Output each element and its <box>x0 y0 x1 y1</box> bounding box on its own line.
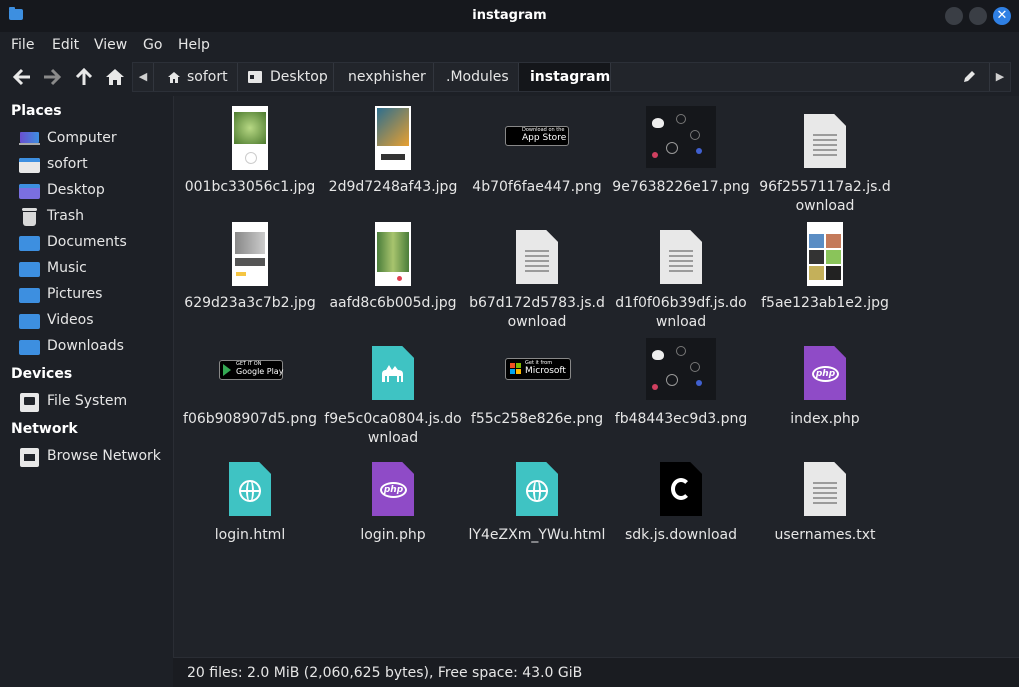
image-thumbnail-icon <box>753 220 897 288</box>
sidebar-item-downloads[interactable]: Downloads <box>19 336 169 358</box>
scroll-left-arrow-icon[interactable]: ◀ <box>133 63 154 91</box>
php-file-icon: php <box>753 336 897 404</box>
trash-icon <box>19 208 40 226</box>
scroll-right-arrow-icon[interactable]: ▶ <box>989 63 1010 91</box>
php-file-icon: php <box>321 452 465 520</box>
pictures-folder-icon <box>19 286 40 303</box>
crumb-modules[interactable]: .Modules <box>434 63 519 91</box>
google-play-badge-icon: GET IT ON Google Play <box>178 336 322 404</box>
javascript-file-icon <box>321 336 465 404</box>
edit-path-pencil-icon[interactable] <box>962 70 976 84</box>
sidebar-header-network: Network <box>11 421 78 437</box>
documents-folder-icon <box>19 234 40 251</box>
back-arrow-icon[interactable] <box>11 66 33 88</box>
text-document-icon <box>753 104 897 172</box>
file-view: 001bc33056c1.jpg 2d9d7248af43.jpg Downlo… <box>173 96 1019 657</box>
menu-file[interactable]: File <box>11 37 34 53</box>
videos-folder-icon <box>19 312 40 329</box>
globe-icon <box>239 480 261 502</box>
drive-icon <box>19 393 40 412</box>
c-source-file-icon <box>609 452 753 520</box>
globe-icon <box>526 480 548 502</box>
minimize-button[interactable] <box>945 7 963 25</box>
home-icon <box>168 72 180 83</box>
sidebar-item-sofort[interactable]: sofort <box>19 154 169 176</box>
up-arrow-icon[interactable] <box>73 66 95 88</box>
sidebar-item-computer[interactable]: Computer <box>19 128 169 150</box>
crumb-nexphisher[interactable]: nexphisher <box>334 63 434 91</box>
home-folder-icon <box>19 156 40 173</box>
sidebar-item-pictures[interactable]: Pictures <box>19 284 169 306</box>
image-thumbnail-icon <box>178 104 322 172</box>
camel-icon <box>382 365 403 382</box>
sprite-image-thumbnail-icon <box>609 104 753 172</box>
sidebar-header-places: Places <box>11 103 62 119</box>
sidebar-item-trash[interactable]: Trash <box>19 206 169 228</box>
html-file-icon <box>465 452 609 520</box>
title-bar: instagram ✕ <box>0 0 1019 32</box>
sidebar-item-videos[interactable]: Videos <box>19 310 169 332</box>
breadcrumb: ◀ sofort Desktop nexphisher .Modules ins… <box>132 62 1011 92</box>
sidebar-item-desktop[interactable]: Desktop <box>19 180 169 202</box>
crumb-desktop[interactable]: Desktop <box>238 63 334 91</box>
menu-view[interactable]: View <box>94 37 127 53</box>
home-icon[interactable] <box>104 66 126 88</box>
text-document-icon <box>609 220 753 288</box>
image-thumbnail-icon <box>321 220 465 288</box>
desktop-folder-icon <box>19 182 40 199</box>
sidebar-item-documents[interactable]: Documents <box>19 232 169 254</box>
close-button[interactable]: ✕ <box>993 7 1011 25</box>
menu-go[interactable]: Go <box>143 37 162 53</box>
sidebar-item-browse-network[interactable]: Browse Network <box>19 446 169 468</box>
maximize-button[interactable] <box>969 7 987 25</box>
forward-arrow-icon[interactable] <box>41 66 63 88</box>
computer-icon <box>19 130 40 147</box>
menu-bar: File Edit View Go Help <box>0 32 1019 58</box>
sidebar: Places Computer sofort Desktop Trash Doc… <box>0 96 173 687</box>
status-text: 20 files: 2.0 MiB (2,060,625 bytes), Fre… <box>187 665 583 681</box>
menu-edit[interactable]: Edit <box>52 37 79 53</box>
image-thumbnail-icon <box>321 104 465 172</box>
text-document-icon <box>465 220 609 288</box>
music-folder-icon <box>19 260 40 277</box>
window-title: instagram <box>472 8 547 23</box>
menu-help[interactable]: Help <box>178 37 210 53</box>
network-icon <box>19 448 40 467</box>
play-icon <box>223 364 231 376</box>
html-file-icon <box>178 452 322 520</box>
crumb-instagram[interactable]: instagram <box>519 63 611 91</box>
sidebar-header-devices: Devices <box>11 366 73 382</box>
sidebar-item-file-system[interactable]: File System <box>19 391 169 413</box>
desktop-icon <box>248 71 262 83</box>
text-document-icon <box>753 452 897 520</box>
downloads-folder-icon <box>19 338 40 355</box>
app-store-badge-icon: Download on the App Store <box>465 104 609 172</box>
sprite-image-thumbnail-icon <box>609 336 753 404</box>
microsoft-badge-icon: Get it from Microsoft <box>465 336 609 404</box>
sidebar-item-music[interactable]: Music <box>19 258 169 280</box>
image-thumbnail-icon <box>178 220 322 288</box>
crumb-sofort[interactable]: sofort <box>155 63 238 91</box>
status-bar: 20 files: 2.0 MiB (2,060,625 bytes), Fre… <box>173 657 1019 687</box>
